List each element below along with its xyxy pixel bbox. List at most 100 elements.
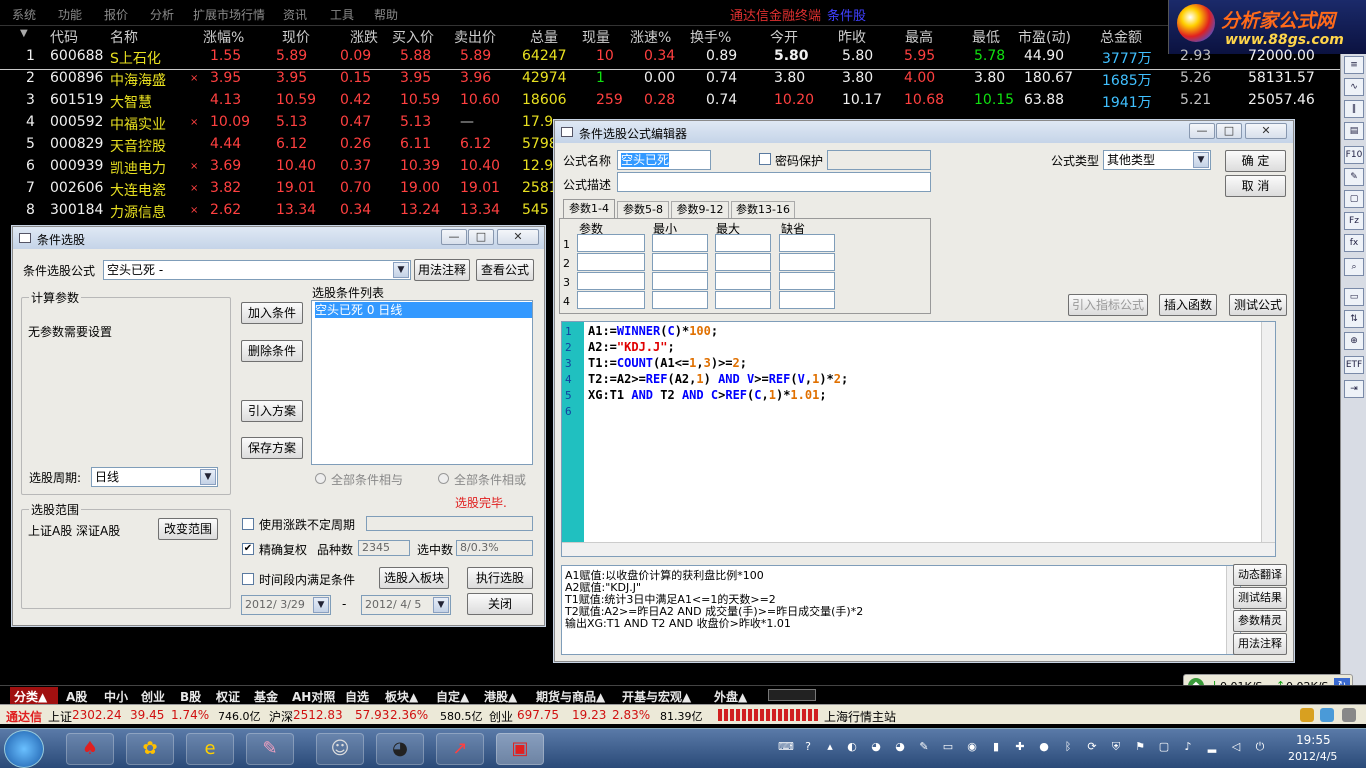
- toolbar-search-icon[interactable]: ⌕: [1344, 258, 1364, 276]
- add-condition-button[interactable]: 加入条件: [241, 302, 303, 324]
- browser-tray-icon[interactable]: ◐: [844, 739, 860, 755]
- col-low[interactable]: 最低: [972, 27, 1000, 47]
- use-period-checkbox[interactable]: [242, 518, 254, 530]
- menu-news[interactable]: 资讯: [283, 6, 307, 23]
- import-indicator-button[interactable]: 引入指标公式: [1068, 294, 1148, 316]
- circle-tray-icon[interactable]: ●: [1036, 739, 1052, 755]
- condition-list-item[interactable]: 空头已死 0 日线: [315, 302, 532, 318]
- antivirus-tray-icon[interactable]: ◉: [964, 739, 980, 755]
- date-to-picker[interactable]: 2012/ 4/ 5 ▼: [361, 595, 451, 615]
- close-button[interactable]: 关闭: [467, 593, 533, 615]
- execute-select-button[interactable]: 执行选股: [467, 567, 533, 589]
- param-default-input[interactable]: [779, 291, 835, 309]
- category-tab[interactable]: 分类▲: [14, 688, 47, 705]
- minimize-button[interactable]: —: [441, 229, 467, 245]
- category-tab[interactable]: 权证: [216, 688, 240, 705]
- shield-tray-icon[interactable]: ⛨: [1108, 739, 1124, 755]
- code-hscrollbar[interactable]: [562, 542, 1275, 556]
- menu-quote[interactable]: 报价: [104, 6, 128, 23]
- info-icon[interactable]: [1320, 708, 1334, 722]
- col-name[interactable]: 名称: [110, 27, 138, 47]
- toolbar-etf-icon[interactable]: ETF: [1344, 356, 1364, 374]
- insert-function-button[interactable]: 插入函数: [1159, 294, 1217, 316]
- col-pe[interactable]: 市盈(动): [1018, 27, 1071, 47]
- clock-date[interactable]: 2012/4/5: [1288, 750, 1337, 763]
- param-name-input[interactable]: [577, 234, 645, 252]
- category-tab[interactable]: A股: [66, 688, 87, 705]
- category-tab[interactable]: 港股▲: [484, 688, 517, 705]
- pen-tray-icon[interactable]: ✎: [916, 739, 932, 755]
- tab-params-13-16[interactable]: 参数13-16: [731, 201, 795, 218]
- col-high[interactable]: 最高: [905, 27, 933, 47]
- editor-usage-note-button[interactable]: 用法注释: [1233, 633, 1287, 655]
- speaker-icon[interactable]: ◁: [1228, 739, 1244, 755]
- toolbar-table-icon[interactable]: ▤: [1344, 122, 1364, 140]
- param-default-input[interactable]: [779, 272, 835, 290]
- usb-tray-icon[interactable]: ▮: [988, 739, 1004, 755]
- param-max-input[interactable]: [715, 291, 771, 309]
- sync-tray-icon[interactable]: ⟳: [1084, 739, 1100, 755]
- param-min-input[interactable]: [652, 291, 708, 309]
- chevron-down-icon[interactable]: ▼: [393, 262, 409, 278]
- toolbar-target-icon[interactable]: ⊕: [1344, 332, 1364, 350]
- test-result-button[interactable]: 测试结果: [1233, 587, 1287, 609]
- time-range-checkbox[interactable]: [242, 573, 254, 585]
- category-tab[interactable]: 自定▲: [436, 688, 469, 705]
- param-default-input[interactable]: [779, 253, 835, 271]
- col-amount[interactable]: 总金额: [1100, 27, 1142, 47]
- sort-arrow-icon[interactable]: ▼: [20, 28, 28, 48]
- chevron-down-icon[interactable]: ▼: [313, 597, 329, 613]
- delete-condition-button[interactable]: 删除条件: [241, 340, 303, 362]
- param-max-input[interactable]: [715, 253, 771, 271]
- col-turnover[interactable]: 换手%: [690, 27, 731, 47]
- param-name-input[interactable]: [577, 272, 645, 290]
- col-bid[interactable]: 买入价: [392, 27, 434, 47]
- date-from-picker[interactable]: 2012/ 3/29 ▼: [241, 595, 331, 615]
- radio-or[interactable]: [438, 473, 449, 484]
- signal-icon[interactable]: ▂: [1204, 739, 1220, 755]
- import-plan-button[interactable]: 引入方案: [241, 400, 303, 422]
- tdx-app-icon[interactable]: ▣: [496, 733, 544, 765]
- col-change-pct[interactable]: 涨幅%: [203, 27, 244, 47]
- tray-chevron-icon[interactable]: ▴: [822, 739, 838, 755]
- close-window-button[interactable]: ✕: [497, 229, 539, 245]
- chevron-down-icon[interactable]: ▼: [1193, 152, 1209, 168]
- toolbar-arrows-icon[interactable]: ⇅: [1344, 310, 1364, 328]
- category-tab[interactable]: B股: [180, 688, 201, 705]
- test-formula-button[interactable]: 测试公式: [1229, 294, 1287, 316]
- keyboard-icon[interactable]: ⌨: [778, 739, 794, 755]
- stock-chart-icon[interactable]: ↗: [436, 733, 484, 765]
- code-editor[interactable]: 1 2 3 4 5 6 A1:=WINNER(C)*100; A2:="KDJ.J"; T…: [561, 321, 1276, 557]
- category-tab[interactable]: AH对照: [292, 688, 335, 705]
- quote-row[interactable]: 1 600688 S上石化 1.55 5.89 0.09 5.88 5.89 64247 10 0.…: [0, 48, 1340, 70]
- category-tab[interactable]: 中小: [104, 688, 128, 705]
- category-tab[interactable]: 基金: [254, 688, 278, 705]
- formula-desc-input[interactable]: [617, 172, 931, 192]
- chevron-down-icon[interactable]: ▼: [433, 597, 449, 613]
- menu-analysis[interactable]: 分析: [150, 6, 174, 23]
- col-current[interactable]: 现量: [582, 27, 610, 47]
- param-wizard-button[interactable]: 参数精灵: [1233, 610, 1287, 632]
- formula-type-select[interactable]: 其他类型 ▼: [1103, 150, 1211, 170]
- radio-and[interactable]: [315, 473, 326, 484]
- bluetooth-tray-icon[interactable]: ᛒ: [1060, 739, 1076, 755]
- category-tab[interactable]: 创业: [141, 688, 165, 705]
- close-window-button[interactable]: ✕: [1245, 123, 1287, 139]
- col-price[interactable]: 现价: [282, 27, 310, 47]
- param-name-input[interactable]: [577, 253, 645, 271]
- password-checkbox[interactable]: [759, 153, 771, 165]
- paint-icon[interactable]: ✎: [246, 733, 294, 765]
- toolbar-doc-icon[interactable]: ▢: [1344, 190, 1364, 208]
- quote-row[interactable]: 3 601519 大智慧 4.13 10.59 0.42 10.59 10.60 18606 25…: [0, 92, 1340, 114]
- chevron-down-icon[interactable]: ▼: [200, 469, 216, 485]
- qq-icon[interactable]: ◕: [376, 733, 424, 765]
- col-prev-close[interactable]: 昨收: [838, 27, 866, 47]
- category-tab[interactable]: 自选: [345, 688, 369, 705]
- qq2-tray-icon[interactable]: ◕: [892, 739, 908, 755]
- col-diff[interactable]: 涨跌: [350, 27, 378, 47]
- col-open[interactable]: 今开: [770, 27, 798, 47]
- toolbar-f10-icon[interactable]: F10: [1344, 146, 1364, 164]
- tab-params-9-12[interactable]: 参数9-12: [671, 201, 729, 218]
- power-icon[interactable]: ⏻: [1252, 739, 1268, 755]
- toolbar-note-icon[interactable]: ✎: [1344, 168, 1364, 186]
